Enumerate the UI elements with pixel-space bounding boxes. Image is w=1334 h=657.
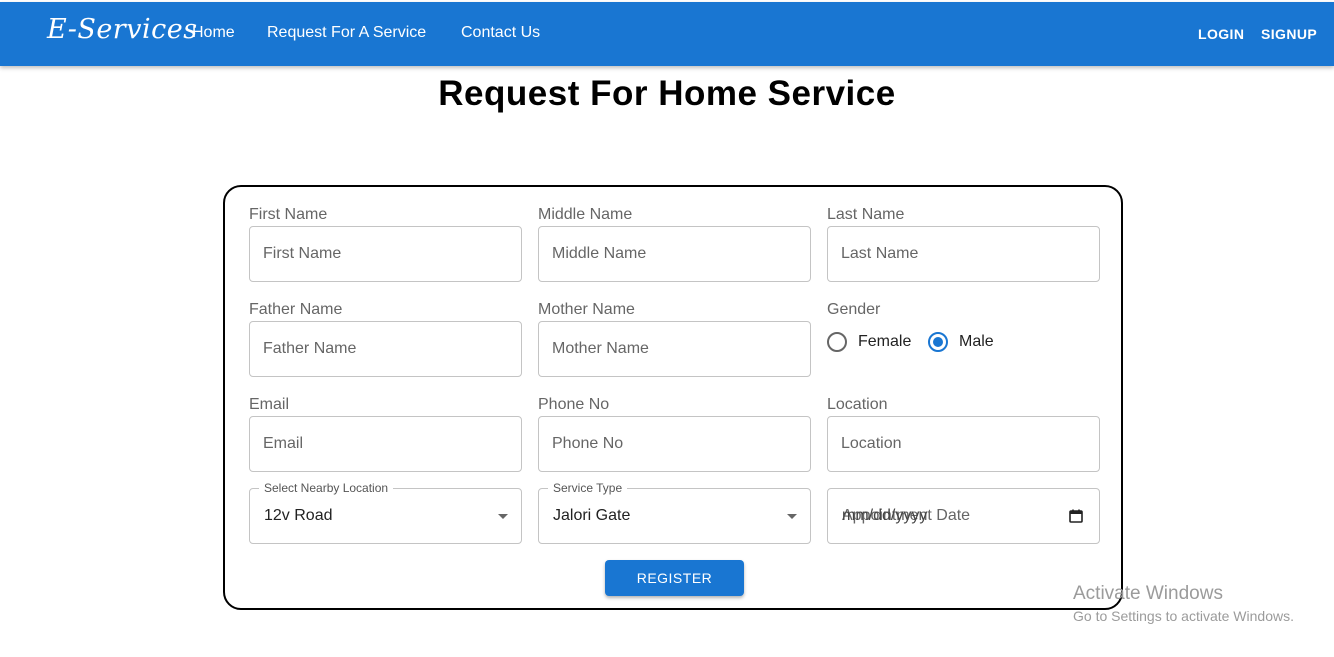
nearby-location-value: 12v Road	[264, 507, 333, 524]
calendar-icon[interactable]	[1069, 509, 1083, 523]
service-type-select[interactable]: Service Type Jalori Gate	[538, 481, 811, 544]
gender-male-radio[interactable]	[928, 332, 948, 352]
father-name-input[interactable]	[249, 321, 522, 377]
mother-name-input[interactable]	[538, 321, 811, 377]
radio-selected-dot	[933, 337, 943, 347]
service-type-label: Service Type	[548, 481, 628, 495]
service-type-value: Jalori Gate	[553, 507, 631, 524]
gender-female-radio[interactable]	[827, 332, 847, 352]
signup-link[interactable]: SIGNUP	[1261, 26, 1317, 42]
location-input[interactable]	[827, 416, 1100, 472]
appointment-date-input[interactable]: Appointment Date mm/dd/yyyy	[827, 488, 1100, 544]
nearby-location-select[interactable]: Select Nearby Location 12v Road	[249, 481, 522, 544]
nav-link-home[interactable]: Home	[192, 24, 235, 42]
last-name-label: Last Name	[827, 206, 905, 223]
nearby-location-label: Select Nearby Location	[259, 481, 394, 495]
gender-label: Gender	[827, 301, 881, 318]
login-link[interactable]: LOGIN	[1198, 26, 1244, 42]
page-title: Request For Home Service	[438, 74, 896, 113]
chevron-down-icon	[498, 514, 508, 519]
activate-windows-title: Activate Windows	[1073, 583, 1223, 604]
top-navbar: E-Services Home Request For A Service Co…	[0, 2, 1334, 66]
phone-label: Phone No	[538, 396, 610, 413]
nav-link-request-service[interactable]: Request For A Service	[267, 24, 426, 42]
location-label: Location	[827, 396, 888, 413]
first-name-input[interactable]	[249, 226, 522, 282]
register-button[interactable]: REGISTER	[605, 560, 744, 596]
brand-logo[interactable]: E-Services	[47, 14, 198, 45]
mother-name-label: Mother Name	[538, 301, 635, 318]
activate-windows-subtitle: Go to Settings to activate Windows.	[1073, 608, 1294, 624]
last-name-input[interactable]	[827, 226, 1100, 282]
gender-male-label[interactable]: Male	[959, 333, 994, 351]
date-format-placeholder: mm/dd/yyyy	[842, 507, 928, 524]
first-name-label: First Name	[249, 206, 328, 223]
email-input[interactable]	[249, 416, 522, 472]
email-label: Email	[249, 396, 290, 413]
phone-input[interactable]	[538, 416, 811, 472]
gender-female-label[interactable]: Female	[858, 333, 911, 351]
nav-link-contact-us[interactable]: Contact Us	[461, 24, 540, 42]
father-name-label: Father Name	[249, 301, 343, 318]
chevron-down-icon	[787, 514, 797, 519]
middle-name-label: Middle Name	[538, 206, 633, 223]
middle-name-input[interactable]	[538, 226, 811, 282]
